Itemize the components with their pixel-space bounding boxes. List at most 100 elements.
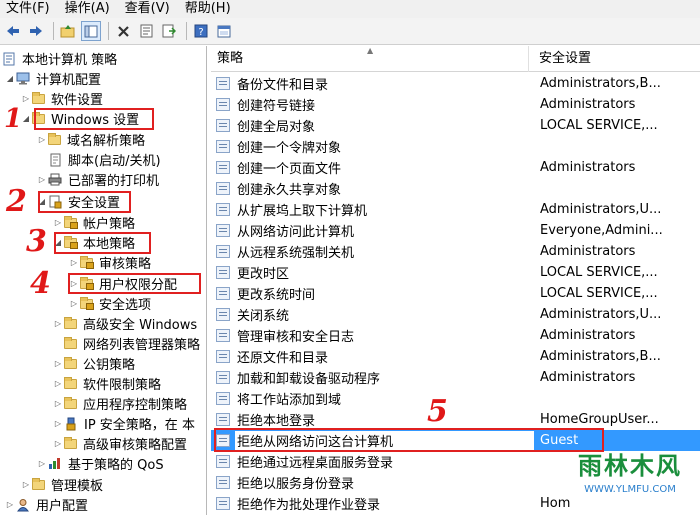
- tree-item-audit-policy[interactable]: ▷ 审核策略: [68, 252, 153, 273]
- list-row[interactable]: 更改时区 LOCAL SERVICE,...: [211, 262, 700, 283]
- script-icon: [48, 153, 62, 167]
- tree-item-software-restriction[interactable]: ▷ 软件限制策略: [52, 373, 163, 394]
- collapse-arrow-icon[interactable]: ▷: [36, 175, 48, 184]
- expand-arrow-icon[interactable]: ◢: [4, 74, 16, 83]
- menu-help[interactable]: 帮助(H): [179, 0, 240, 18]
- tree-item-user-config[interactable]: ▷ 用户配置: [4, 494, 90, 515]
- annotation-box-security-settings: [38, 191, 131, 213]
- list-row[interactable]: 创建一个令牌对象: [211, 136, 700, 157]
- tree-item-application-control[interactable]: ▷ 应用程序控制策略: [52, 393, 189, 414]
- list-row[interactable]: 从扩展坞上取下计算机 Administrators,U...: [211, 199, 700, 220]
- cell-security-setting: Administrators,U...: [540, 307, 662, 322]
- tree-item-deployed-printers[interactable]: ▷ 已部署的打印机: [36, 169, 161, 190]
- collapse-arrow-icon[interactable]: ▷: [52, 419, 64, 428]
- policy-setting-icon: [216, 308, 230, 321]
- tree-item-public-key-policies[interactable]: ▷ 公钥策略: [52, 353, 137, 374]
- list-row[interactable]: 加载和卸载设备驱动程序 Administrators: [211, 367, 700, 388]
- printer-icon: [48, 173, 62, 187]
- folder-icon: [48, 132, 61, 145]
- collapse-arrow-icon[interactable]: ▷: [20, 94, 32, 103]
- list-row[interactable]: 创建符号链接 Administrators: [211, 94, 700, 115]
- tree-item-computer-config[interactable]: ◢ 计算机配置: [4, 68, 103, 89]
- svg-text:?: ?: [198, 27, 203, 38]
- list-row[interactable]: 创建永久共享对象: [211, 178, 700, 199]
- tree-item-admin-templates[interactable]: ▷ 管理模板: [20, 474, 105, 495]
- tree-item-local-computer-policy[interactable]: 本地计算机 策略: [2, 48, 119, 69]
- cell-policy: 还原文件和目录: [237, 351, 329, 366]
- delete-icon[interactable]: [113, 21, 133, 41]
- tree-item-name-resolution-policy[interactable]: ▷ 域名解析策略: [36, 129, 147, 150]
- policy-setting-icon: [216, 77, 230, 90]
- collapse-arrow-icon[interactable]: ▷: [68, 258, 80, 267]
- tree-item-advanced-audit[interactable]: ▷ 高级审核策略配置: [52, 433, 189, 454]
- list-row[interactable]: 拒绝本地登录 HomeGroupUser...: [211, 409, 700, 430]
- watermark-url: WWW.YLMFU.COM: [584, 484, 676, 495]
- tree-item-network-list-manager[interactable]: 网络列表管理器策略: [64, 333, 202, 354]
- list-row[interactable]: 从网络访问此计算机 Everyone,Admini...: [211, 220, 700, 241]
- collapse-arrow-icon[interactable]: ▷: [20, 480, 32, 489]
- show-hide-tree-icon[interactable]: [81, 21, 101, 41]
- folder-icon: [64, 356, 77, 369]
- watermark-logo: 雨林木风 WWW.YLMFU.COM: [560, 449, 700, 511]
- collapse-arrow-icon[interactable]: ▷: [36, 459, 48, 468]
- forward-arrow-icon[interactable]: [26, 21, 46, 41]
- cell-policy: 备份文件和目录: [237, 78, 329, 93]
- collapse-arrow-icon[interactable]: ▷: [52, 439, 64, 448]
- tree-item-policy-based-qos[interactable]: ▷ 基于策略的 QoS: [36, 453, 166, 474]
- cell-policy: 管理审核和安全日志: [237, 330, 355, 345]
- tree-item-ip-security[interactable]: ▷ IP 安全策略，在 本: [52, 413, 197, 434]
- toolbar-separator: [53, 22, 54, 40]
- sort-caret-icon: ▲: [367, 46, 374, 55]
- help-icon[interactable]: ?: [191, 21, 211, 41]
- annotation-box-user-rights: [68, 273, 201, 294]
- ip-security-icon: [64, 417, 78, 431]
- menu-view[interactable]: 查看(V): [119, 0, 179, 18]
- policy-setting-icon: [216, 266, 230, 279]
- collapse-arrow-icon[interactable]: ▷: [52, 399, 64, 408]
- cell-policy: 更改系统时间: [237, 288, 316, 303]
- properties-icon[interactable]: [136, 21, 156, 41]
- up-folder-icon[interactable]: [58, 21, 78, 41]
- policy-setting-icon: [216, 497, 230, 510]
- list-row[interactable]: 从远程系统强制关机 Administrators: [211, 241, 700, 262]
- cell-security-setting: Everyone,Admini...: [540, 223, 663, 238]
- cell-security-setting: Administrators: [540, 97, 636, 112]
- list-row[interactable]: 将工作站添加到域: [211, 388, 700, 409]
- list-row[interactable]: 创建一个页面文件 Administrators: [211, 157, 700, 178]
- policy-setting-icon: [216, 287, 230, 300]
- console-icon[interactable]: [214, 21, 234, 41]
- annotation-number-3: 3: [26, 224, 47, 259]
- list-row[interactable]: 还原文件和目录 Administrators,B...: [211, 346, 700, 367]
- cell-security-setting: HomeGroupUser...: [540, 412, 659, 427]
- menu-action[interactable]: 操作(A): [59, 0, 119, 18]
- list-row[interactable]: 管理审核和安全日志 Administrators: [211, 325, 700, 346]
- tree-item-windows-firewall[interactable]: ▷ 高级安全 Windows: [52, 313, 199, 334]
- policy-setting-icon: [216, 371, 230, 384]
- column-header-security-setting[interactable]: 安全设置: [529, 46, 700, 72]
- tree-item-security-options[interactable]: ▷ 安全选项: [68, 293, 153, 314]
- collapse-arrow-icon[interactable]: ▷: [36, 135, 48, 144]
- cell-security-setting: Administrators,B...: [540, 349, 661, 364]
- menu-file[interactable]: 文件(F): [0, 0, 59, 18]
- collapse-arrow-icon[interactable]: ▷: [4, 500, 16, 509]
- tree-item-software-settings[interactable]: ▷ 软件设置: [20, 88, 105, 109]
- back-arrow-icon[interactable]: [3, 21, 23, 41]
- list-row[interactable]: 创建全局对象 LOCAL SERVICE,...: [211, 115, 700, 136]
- folder-icon: [64, 376, 77, 389]
- list-row[interactable]: 关闭系统 Administrators,U...: [211, 304, 700, 325]
- collapse-arrow-icon[interactable]: ▷: [52, 379, 64, 388]
- list-row[interactable]: 更改系统时间 LOCAL SERVICE,...: [211, 283, 700, 304]
- cell-policy: 加载和卸载设备驱动程序: [237, 372, 381, 387]
- collapse-arrow-icon[interactable]: ▷: [52, 319, 64, 328]
- export-list-icon[interactable]: [159, 21, 179, 41]
- collapse-arrow-icon[interactable]: ▷: [52, 218, 64, 227]
- collapse-arrow-icon[interactable]: ▷: [52, 359, 64, 368]
- policy-setting-icon: [216, 203, 230, 216]
- cell-security-setting: Administrators: [540, 160, 636, 175]
- collapse-arrow-icon[interactable]: ▷: [68, 299, 80, 308]
- tree-item-account-policies[interactable]: ▷ 帐户策略: [52, 212, 137, 233]
- list-row[interactable]: 备份文件和目录 Administrators,B...: [211, 73, 700, 94]
- tree-item-scripts[interactable]: 脚本(启动/关机): [48, 149, 163, 170]
- cell-security-setting: LOCAL SERVICE,...: [540, 286, 658, 301]
- policy-list: 策略 ▲ 安全设置 备份文件和目录 Administrators,B... 创建符…: [211, 46, 700, 515]
